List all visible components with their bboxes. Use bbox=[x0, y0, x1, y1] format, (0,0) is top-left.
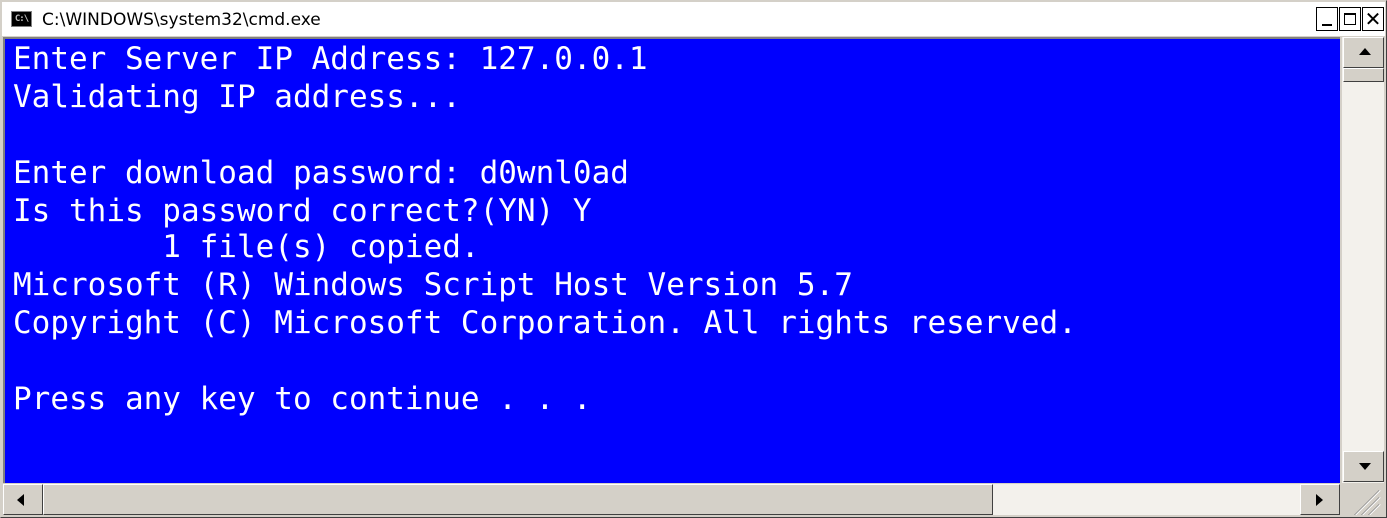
close-button[interactable]: ✕ bbox=[1362, 7, 1384, 31]
console-line: Enter Server IP Address: 127.0.0.1 bbox=[13, 41, 648, 77]
minimize-button[interactable] bbox=[1316, 7, 1338, 31]
resize-grip-icon[interactable] bbox=[1341, 484, 1384, 515]
title-bar[interactable]: C:\ C:\WINDOWS\system32\cmd.exe ✕ bbox=[2, 2, 1385, 36]
vertical-scrollbar[interactable] bbox=[1341, 37, 1384, 483]
scroll-right-button[interactable] bbox=[1300, 484, 1340, 515]
console-line: 1 file(s) copied. bbox=[13, 229, 480, 265]
arrow-up-icon bbox=[1359, 48, 1371, 55]
arrow-left-icon bbox=[17, 494, 24, 506]
console-window: C:\ C:\WINDOWS\system32\cmd.exe ✕ Enter … bbox=[0, 0, 1387, 518]
maximize-button[interactable] bbox=[1339, 7, 1361, 31]
horizontal-scrollbar[interactable] bbox=[3, 484, 1340, 515]
scroll-down-button[interactable] bbox=[1343, 451, 1384, 482]
vertical-scroll-thumb[interactable] bbox=[1343, 68, 1384, 82]
arrow-right-icon bbox=[1316, 494, 1323, 506]
scroll-up-button[interactable] bbox=[1343, 37, 1384, 68]
console-line: Enter download password: d0wnl0ad bbox=[13, 155, 629, 191]
minimize-icon bbox=[1322, 24, 1332, 26]
console-line: Copyright (C) Microsoft Corporation. All… bbox=[13, 305, 1077, 341]
arrow-down-icon bbox=[1359, 463, 1371, 470]
console-line: Is this password correct?(YN) Y bbox=[13, 193, 592, 229]
console-line: Press any key to continue . . . bbox=[13, 381, 592, 417]
console-output[interactable]: Enter Server IP Address: 127.0.0.1 Valid… bbox=[3, 37, 1340, 483]
console-line: Validating IP address... bbox=[13, 79, 461, 115]
console-line: Microsoft (R) Windows Script Host Versio… bbox=[13, 267, 853, 303]
window-title: C:\WINDOWS\system32\cmd.exe bbox=[42, 10, 321, 30]
horizontal-scroll-thumb[interactable] bbox=[43, 484, 993, 515]
close-icon: ✕ bbox=[1364, 7, 1382, 31]
cmd-app-icon[interactable]: C:\ bbox=[11, 11, 32, 27]
maximize-icon bbox=[1344, 13, 1356, 25]
scroll-left-button[interactable] bbox=[3, 484, 43, 515]
